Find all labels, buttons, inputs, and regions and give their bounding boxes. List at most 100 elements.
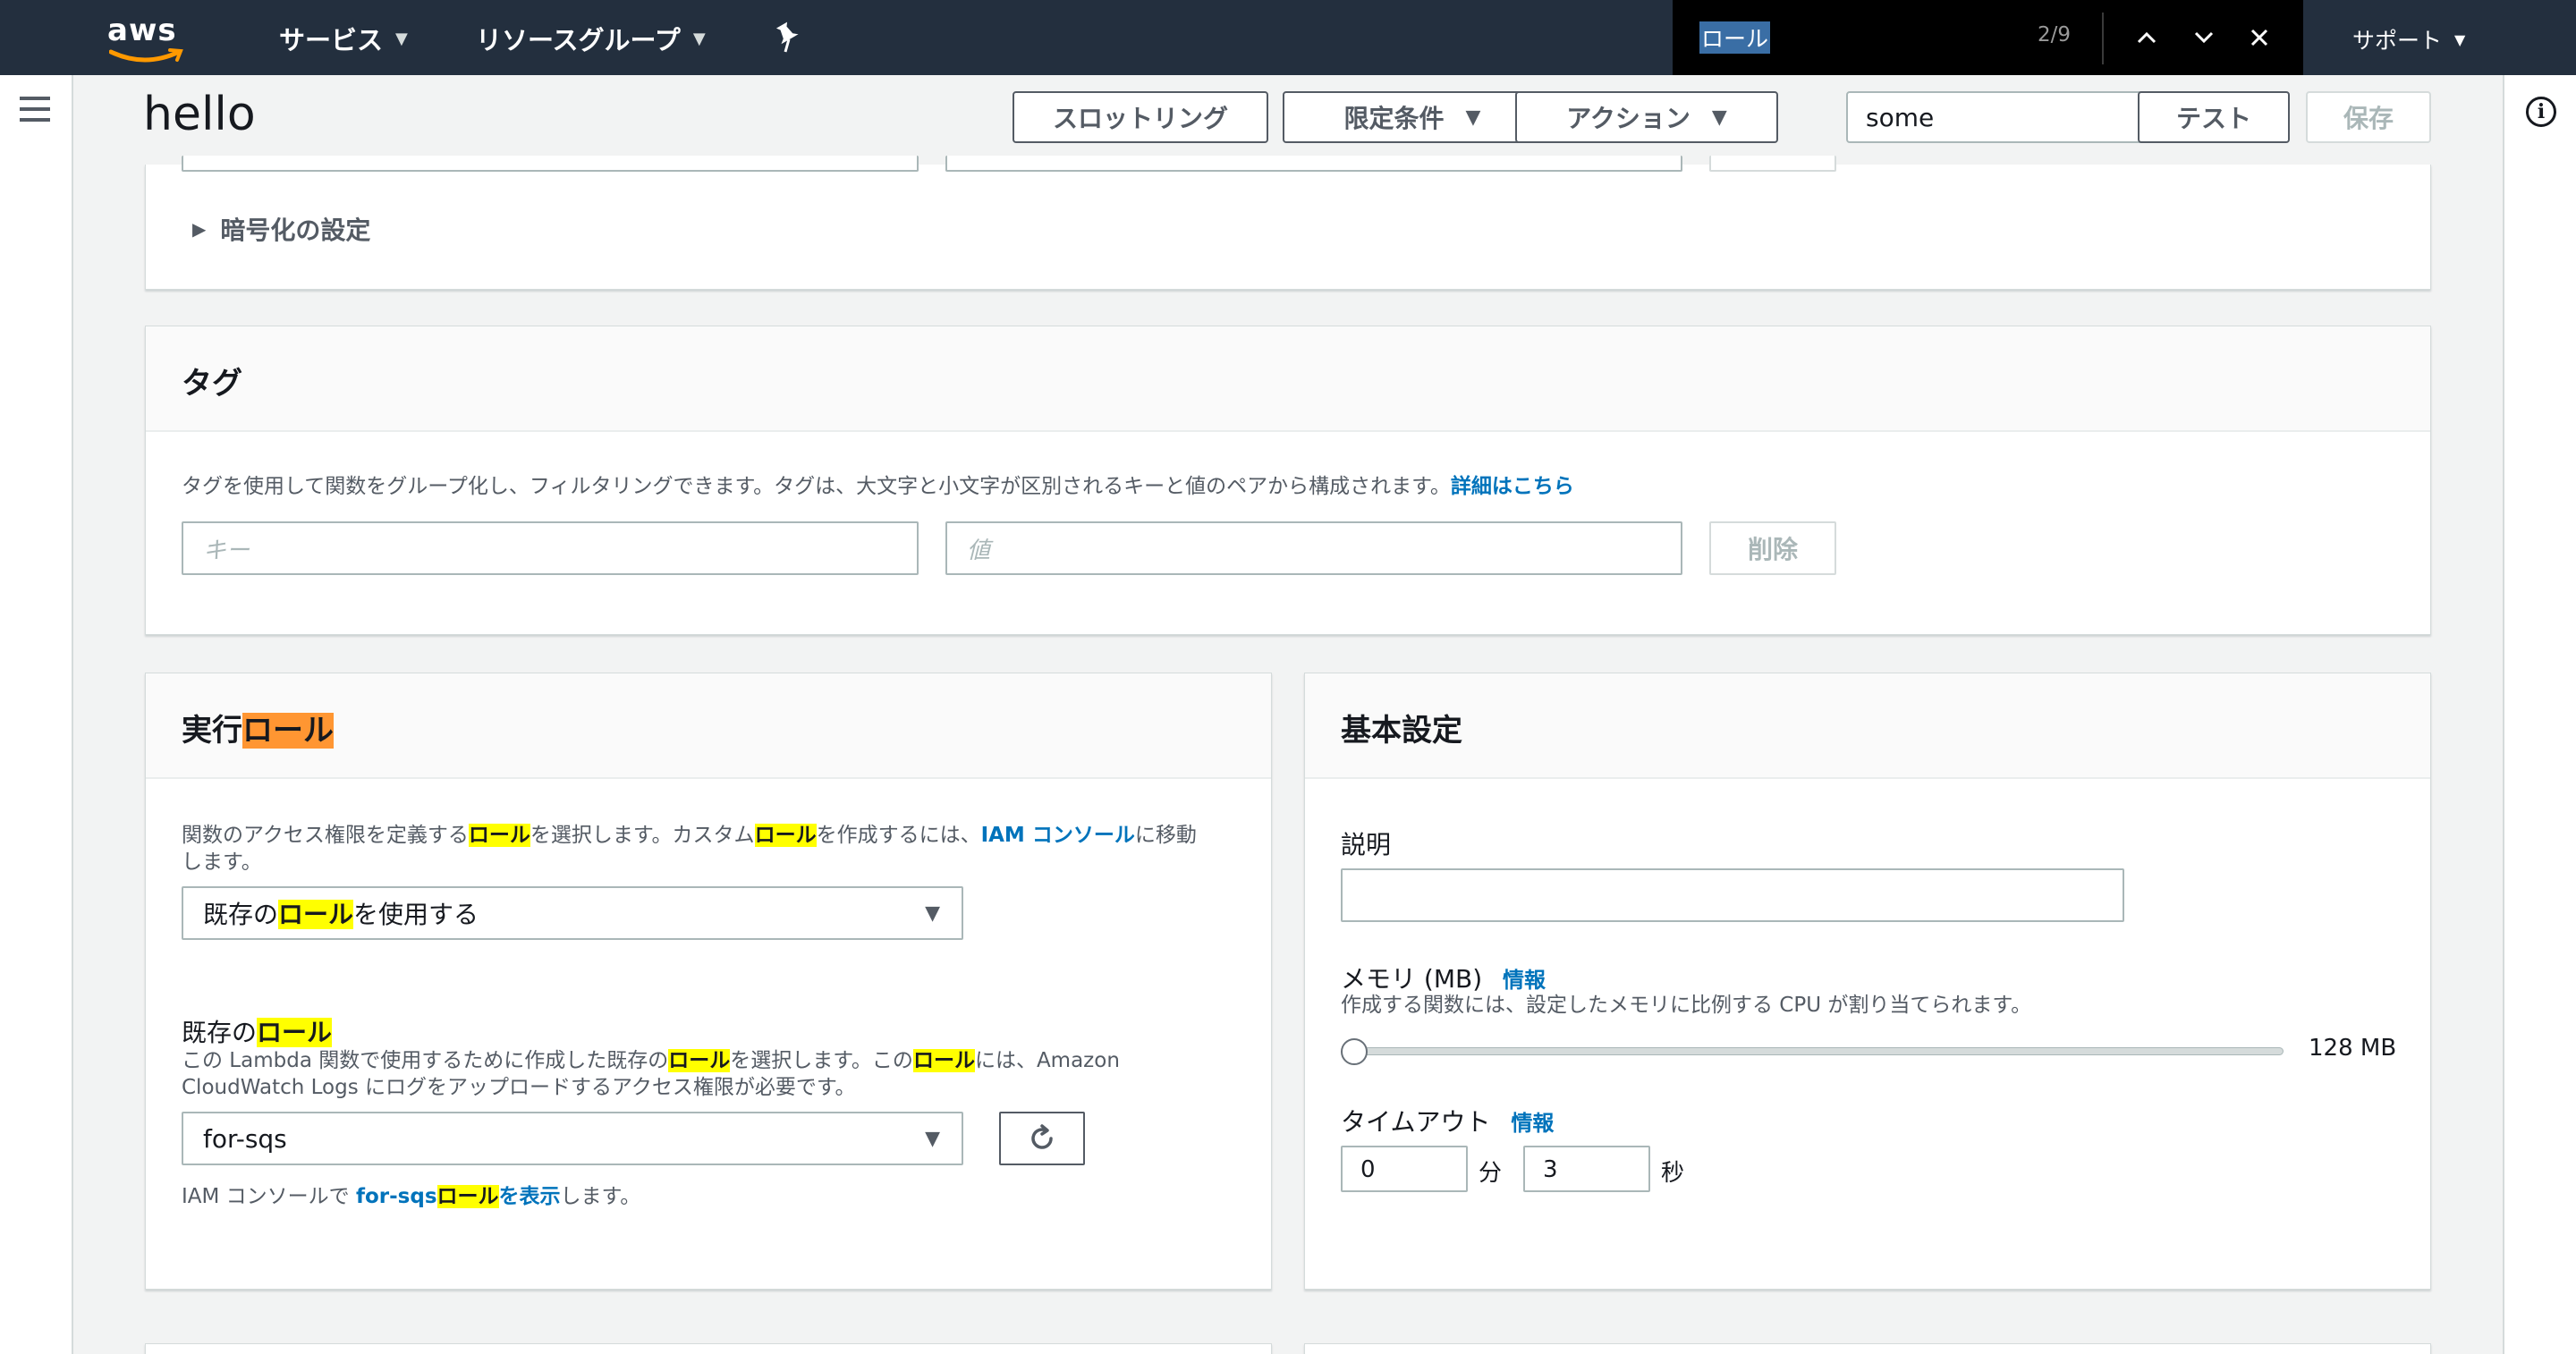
tag-delete-label: 削除: [1747, 535, 1798, 564]
iam-console-link[interactable]: IAM コンソール: [981, 824, 1135, 847]
memory-description: 作成する関数には、設定したメモリに比例する CPU が割り当てられます。: [1341, 994, 2032, 1017]
existing-role-text: 既存の: [182, 1018, 258, 1047]
close-icon: [2250, 29, 2268, 47]
find-close-button[interactable]: [2241, 20, 2277, 55]
minutes-unit: 分: [1479, 1160, 1503, 1187]
seconds-unit: 秒: [1661, 1160, 1685, 1187]
lower-right-panel: [1304, 1343, 2431, 1354]
env-value-input[interactable]: [945, 156, 1682, 172]
role-type-value: 既存のロールを使用する: [203, 895, 479, 931]
env-remove-button[interactable]: [1709, 156, 1836, 172]
memory-slider-thumb[interactable]: [1341, 1038, 1368, 1065]
caret-right-icon: ▶: [192, 218, 207, 240]
aws-logo-text: aws: [107, 13, 177, 48]
timeout-label-row: タイムアウト 情報: [1341, 1103, 1554, 1138]
role-option-text: 既存の: [203, 900, 279, 929]
existing-role-select[interactable]: for-sqs ▼: [182, 1112, 963, 1165]
tags-panel: タグ タグを使用して関数をグループ化し、フィルタリングできます。タグは、大文字と…: [145, 326, 2431, 635]
page-title: hello: [143, 88, 256, 141]
view-role-link[interactable]: for-sqs: [356, 1185, 437, 1208]
menu-icon[interactable]: [20, 97, 50, 122]
chevron-down-icon: ▼: [692, 29, 706, 48]
env-key-input[interactable]: [182, 156, 919, 172]
find-next-button[interactable]: [2186, 20, 2222, 55]
footer-text: IAM コンソールで: [182, 1185, 356, 1208]
timeout-info-link[interactable]: 情報: [1511, 1111, 1554, 1136]
resource-groups-label: リソースグループ: [476, 25, 681, 55]
basic-settings-title: 基本設定: [1341, 713, 1462, 749]
find-previous-button[interactable]: [2129, 20, 2165, 55]
execution-role-title-prefix: 実行: [182, 713, 242, 749]
caret-down-icon: ▼: [1711, 106, 1727, 129]
tag-value-input[interactable]: 値: [945, 521, 1682, 575]
caret-down-icon: ▼: [1465, 106, 1481, 129]
refresh-roles-button[interactable]: [999, 1112, 1085, 1165]
test-label: テスト: [2175, 104, 2251, 133]
refresh-icon: [1031, 1124, 1053, 1149]
existing-desc-text: には、Amazon: [974, 1049, 1120, 1072]
existing-role-label: 既存のロール: [182, 1013, 333, 1049]
memory-value: 128 MB: [2309, 1035, 2397, 1062]
memory-label-row: メモリ (MB) 情報: [1341, 960, 1546, 995]
throttling-label: スロットリング: [1052, 104, 1228, 133]
support-menu[interactable]: サポート ▼: [2352, 23, 2465, 55]
chevron-up-icon: [2137, 31, 2157, 44]
find-input[interactable]: ロール: [1699, 21, 1771, 54]
existing-role-value: for-sqs: [203, 1123, 287, 1154]
chevron-down-icon: ▼: [2454, 30, 2466, 48]
existing-desc-text: CloudWatch Logs にログをアップロードするアクセス権限が必要です。: [182, 1076, 856, 1099]
caret-down-icon: ▼: [925, 1127, 940, 1150]
info-icon[interactable]: i: [2526, 97, 2556, 127]
lower-left-panel: [145, 1343, 1272, 1354]
basic-settings-panel: 基本設定 説明 メモリ (MB) 情報 作成する関数には、設定したメモリに比例す…: [1304, 673, 2431, 1290]
qualifiers-dropdown[interactable]: 限定条件 ▼: [1283, 91, 1542, 143]
description-input[interactable]: [1341, 868, 2124, 922]
tags-details-link[interactable]: 詳細はこちら: [1451, 475, 1574, 498]
services-menu[interactable]: サービス ▼: [279, 20, 408, 57]
tags-panel-header: タグ: [146, 326, 2430, 432]
tag-delete-button[interactable]: 削除: [1709, 521, 1836, 575]
resource-groups-menu[interactable]: リソースグループ ▼: [476, 20, 706, 57]
save-label: 保存: [2343, 104, 2394, 133]
caret-down-icon: ▼: [925, 901, 940, 925]
execution-role-title: 実行ロール: [182, 706, 334, 749]
existing-role-description: この Lambda 関数で使用するために作成した既存のロールを選択します。このロ…: [182, 1047, 1237, 1101]
tags-description: タグを使用して関数をグループ化し、フィルタリングできます。タグは、大文字と小文字…: [182, 473, 1574, 500]
page-header: hello スロットリング 限定条件 ▼ アクション ▼ some ▼ テスト …: [75, 75, 2501, 165]
execution-role-panel: 実行ロール 関数のアクセス権限を定義するロールを選択します。カスタムロールを作成…: [145, 673, 1272, 1290]
role-desc-text: を作成するには、: [816, 824, 981, 847]
basic-settings-header: 基本設定: [1305, 673, 2430, 779]
save-button[interactable]: 保存: [2306, 91, 2431, 143]
view-role-link-suffix[interactable]: を表示: [499, 1185, 561, 1208]
tag-value-placeholder: 値: [967, 537, 991, 564]
role-type-select[interactable]: 既存のロールを使用する ▼: [182, 886, 963, 940]
find-match: ロール: [468, 824, 530, 847]
role-desc-text: 関数のアクセス権限を定義する: [182, 824, 469, 847]
aws-logo[interactable]: aws: [107, 11, 188, 64]
find-current-match: ロール: [242, 713, 334, 749]
memory-slider[interactable]: [1341, 1037, 2284, 1065]
pin-icon[interactable]: [775, 20, 803, 55]
timeout-minutes-input[interactable]: 0: [1341, 1146, 1468, 1192]
memory-slider-track: [1348, 1047, 2284, 1055]
tag-key-input[interactable]: キー: [182, 521, 919, 575]
encryption-toggle[interactable]: ▶ 暗号化の設定: [192, 211, 370, 247]
test-button[interactable]: テスト: [2138, 91, 2290, 143]
timeout-seconds-input[interactable]: 3: [1523, 1146, 1650, 1192]
timeout-label: タイムアウト: [1341, 1107, 1491, 1137]
test-event-value: some: [1866, 102, 1935, 132]
view-role-footer: IAM コンソールで for-sqsロールを表示します。: [182, 1183, 640, 1210]
role-desc-text: に移動: [1134, 824, 1197, 847]
right-rail: i: [2503, 75, 2576, 1354]
find-match: ロール: [754, 824, 817, 847]
description-label: 説明: [1341, 830, 1392, 859]
left-rail: [0, 75, 73, 1354]
find-match: ロール: [278, 900, 354, 929]
support-label: サポート: [2352, 28, 2443, 54]
memory-info-link[interactable]: 情報: [1503, 968, 1546, 993]
existing-desc-text: この Lambda 関数で使用するために作成した既存の: [182, 1049, 669, 1072]
throttling-button[interactable]: スロットリング: [1013, 91, 1268, 143]
execution-role-description: 関数のアクセス権限を定義するロールを選択します。カスタムロールを作成するには、I…: [182, 822, 1237, 876]
actions-dropdown[interactable]: アクション ▼: [1515, 91, 1778, 143]
execution-role-header: 実行ロール: [146, 673, 1271, 779]
